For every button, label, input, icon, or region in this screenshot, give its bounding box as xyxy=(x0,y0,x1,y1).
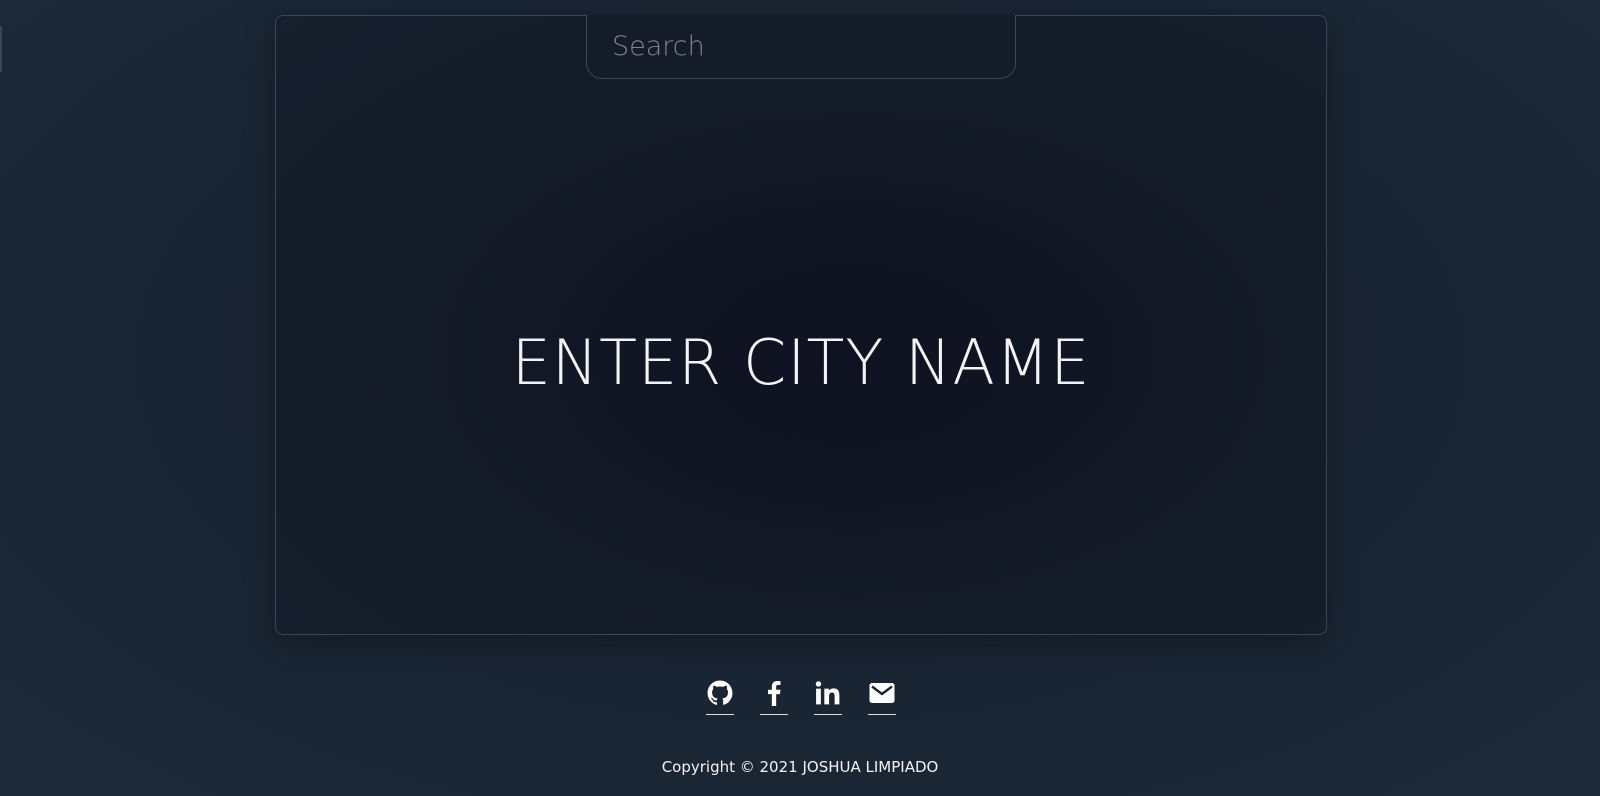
search-input[interactable] xyxy=(587,15,1015,78)
footer-copyright: Copyright © 2021 JOSHUA LIMPIADO xyxy=(661,758,939,776)
window-edge-marker xyxy=(0,26,2,72)
github-icon xyxy=(707,680,733,706)
facebook-link[interactable] xyxy=(759,679,788,715)
social-links xyxy=(0,679,1600,715)
email-link[interactable] xyxy=(867,679,896,715)
linkedin-link[interactable] xyxy=(813,679,842,715)
github-link[interactable] xyxy=(705,679,734,715)
search-box xyxy=(586,15,1016,79)
facebook-icon xyxy=(766,680,782,706)
mail-icon xyxy=(869,682,895,704)
city-prompt-heading: ENTER CITY NAME xyxy=(511,326,1091,399)
weather-card: ENTER CITY NAME xyxy=(275,15,1327,635)
linkedin-icon xyxy=(815,680,841,705)
